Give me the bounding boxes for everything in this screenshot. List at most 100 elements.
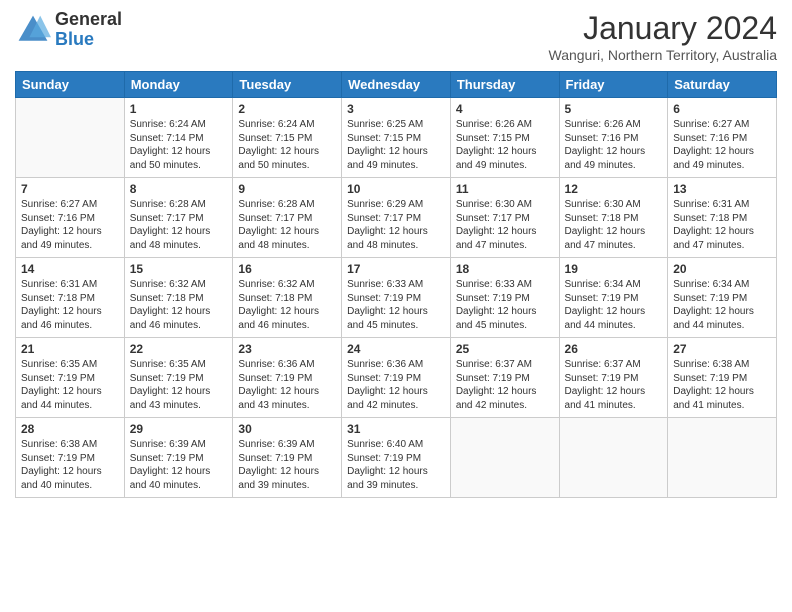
col-tuesday: Tuesday (233, 72, 342, 98)
day-number: 9 (238, 182, 336, 196)
day-info: Sunrise: 6:36 AM Sunset: 7:19 PM Dayligh… (347, 358, 445, 412)
location-subtitle: Wanguri, Northern Territory, Australia (549, 47, 778, 63)
calendar-cell (559, 418, 668, 498)
calendar-cell: 4 Sunrise: 6:26 AM Sunset: 7:15 PM Dayli… (450, 98, 559, 178)
calendar-cell: 26 Sunrise: 6:37 AM Sunset: 7:19 PM Dayl… (559, 338, 668, 418)
day-number: 11 (456, 182, 554, 196)
calendar-cell: 25 Sunrise: 6:37 AM Sunset: 7:19 PM Dayl… (450, 338, 559, 418)
col-sunday: Sunday (16, 72, 125, 98)
calendar-cell: 16 Sunrise: 6:32 AM Sunset: 7:18 PM Dayl… (233, 258, 342, 338)
calendar-cell: 6 Sunrise: 6:27 AM Sunset: 7:16 PM Dayli… (668, 98, 777, 178)
title-block: January 2024 Wanguri, Northern Territory… (549, 10, 778, 63)
day-number: 10 (347, 182, 445, 196)
day-number: 4 (456, 102, 554, 116)
header-row: Sunday Monday Tuesday Wednesday Thursday… (16, 72, 777, 98)
day-number: 18 (456, 262, 554, 276)
day-number: 30 (238, 422, 336, 436)
day-info: Sunrise: 6:38 AM Sunset: 7:19 PM Dayligh… (673, 358, 771, 412)
day-info: Sunrise: 6:31 AM Sunset: 7:18 PM Dayligh… (673, 198, 771, 252)
day-info: Sunrise: 6:32 AM Sunset: 7:18 PM Dayligh… (238, 278, 336, 332)
logo-blue-text: Blue (55, 30, 122, 50)
day-info: Sunrise: 6:27 AM Sunset: 7:16 PM Dayligh… (673, 118, 771, 172)
month-title: January 2024 (549, 10, 778, 47)
day-number: 16 (238, 262, 336, 276)
calendar-cell (668, 418, 777, 498)
calendar-week-5: 28 Sunrise: 6:38 AM Sunset: 7:19 PM Dayl… (16, 418, 777, 498)
page: General Blue January 2024 Wanguri, North… (0, 0, 792, 612)
calendar-cell: 19 Sunrise: 6:34 AM Sunset: 7:19 PM Dayl… (559, 258, 668, 338)
day-number: 15 (130, 262, 228, 276)
calendar-cell: 14 Sunrise: 6:31 AM Sunset: 7:18 PM Dayl… (16, 258, 125, 338)
calendar-week-4: 21 Sunrise: 6:35 AM Sunset: 7:19 PM Dayl… (16, 338, 777, 418)
day-number: 2 (238, 102, 336, 116)
logo-general-text: General (55, 10, 122, 30)
day-number: 3 (347, 102, 445, 116)
calendar-cell: 11 Sunrise: 6:30 AM Sunset: 7:17 PM Dayl… (450, 178, 559, 258)
col-saturday: Saturday (668, 72, 777, 98)
day-number: 6 (673, 102, 771, 116)
calendar-cell: 1 Sunrise: 6:24 AM Sunset: 7:14 PM Dayli… (124, 98, 233, 178)
day-info: Sunrise: 6:33 AM Sunset: 7:19 PM Dayligh… (456, 278, 554, 332)
day-number: 1 (130, 102, 228, 116)
day-number: 7 (21, 182, 119, 196)
day-number: 20 (673, 262, 771, 276)
day-info: Sunrise: 6:30 AM Sunset: 7:17 PM Dayligh… (456, 198, 554, 252)
day-info: Sunrise: 6:35 AM Sunset: 7:19 PM Dayligh… (21, 358, 119, 412)
header: General Blue January 2024 Wanguri, North… (15, 10, 777, 63)
day-number: 19 (565, 262, 663, 276)
calendar-cell: 31 Sunrise: 6:40 AM Sunset: 7:19 PM Dayl… (342, 418, 451, 498)
day-info: Sunrise: 6:32 AM Sunset: 7:18 PM Dayligh… (130, 278, 228, 332)
day-info: Sunrise: 6:37 AM Sunset: 7:19 PM Dayligh… (565, 358, 663, 412)
day-info: Sunrise: 6:28 AM Sunset: 7:17 PM Dayligh… (238, 198, 336, 252)
day-number: 14 (21, 262, 119, 276)
calendar-cell: 22 Sunrise: 6:35 AM Sunset: 7:19 PM Dayl… (124, 338, 233, 418)
calendar-cell: 15 Sunrise: 6:32 AM Sunset: 7:18 PM Dayl… (124, 258, 233, 338)
calendar-cell: 3 Sunrise: 6:25 AM Sunset: 7:15 PM Dayli… (342, 98, 451, 178)
calendar-cell: 27 Sunrise: 6:38 AM Sunset: 7:19 PM Dayl… (668, 338, 777, 418)
calendar-cell: 20 Sunrise: 6:34 AM Sunset: 7:19 PM Dayl… (668, 258, 777, 338)
day-number: 22 (130, 342, 228, 356)
day-info: Sunrise: 6:29 AM Sunset: 7:17 PM Dayligh… (347, 198, 445, 252)
calendar-cell: 9 Sunrise: 6:28 AM Sunset: 7:17 PM Dayli… (233, 178, 342, 258)
calendar-cell: 13 Sunrise: 6:31 AM Sunset: 7:18 PM Dayl… (668, 178, 777, 258)
day-number: 12 (565, 182, 663, 196)
day-info: Sunrise: 6:26 AM Sunset: 7:15 PM Dayligh… (456, 118, 554, 172)
day-info: Sunrise: 6:25 AM Sunset: 7:15 PM Dayligh… (347, 118, 445, 172)
calendar-cell: 29 Sunrise: 6:39 AM Sunset: 7:19 PM Dayl… (124, 418, 233, 498)
calendar-cell: 28 Sunrise: 6:38 AM Sunset: 7:19 PM Dayl… (16, 418, 125, 498)
col-wednesday: Wednesday (342, 72, 451, 98)
day-number: 25 (456, 342, 554, 356)
calendar-week-2: 7 Sunrise: 6:27 AM Sunset: 7:16 PM Dayli… (16, 178, 777, 258)
day-number: 29 (130, 422, 228, 436)
calendar-cell: 10 Sunrise: 6:29 AM Sunset: 7:17 PM Dayl… (342, 178, 451, 258)
day-info: Sunrise: 6:35 AM Sunset: 7:19 PM Dayligh… (130, 358, 228, 412)
day-number: 28 (21, 422, 119, 436)
day-info: Sunrise: 6:30 AM Sunset: 7:18 PM Dayligh… (565, 198, 663, 252)
day-info: Sunrise: 6:38 AM Sunset: 7:19 PM Dayligh… (21, 438, 119, 492)
day-number: 24 (347, 342, 445, 356)
day-number: 8 (130, 182, 228, 196)
logo-text: General Blue (55, 10, 122, 50)
day-number: 27 (673, 342, 771, 356)
day-number: 23 (238, 342, 336, 356)
day-info: Sunrise: 6:36 AM Sunset: 7:19 PM Dayligh… (238, 358, 336, 412)
calendar-cell: 18 Sunrise: 6:33 AM Sunset: 7:19 PM Dayl… (450, 258, 559, 338)
day-number: 21 (21, 342, 119, 356)
calendar-cell (450, 418, 559, 498)
calendar-cell: 24 Sunrise: 6:36 AM Sunset: 7:19 PM Dayl… (342, 338, 451, 418)
logo: General Blue (15, 10, 122, 50)
col-friday: Friday (559, 72, 668, 98)
calendar-cell: 30 Sunrise: 6:39 AM Sunset: 7:19 PM Dayl… (233, 418, 342, 498)
calendar-cell: 2 Sunrise: 6:24 AM Sunset: 7:15 PM Dayli… (233, 98, 342, 178)
calendar-cell: 21 Sunrise: 6:35 AM Sunset: 7:19 PM Dayl… (16, 338, 125, 418)
calendar-week-1: 1 Sunrise: 6:24 AM Sunset: 7:14 PM Dayli… (16, 98, 777, 178)
day-number: 31 (347, 422, 445, 436)
logo-icon (15, 12, 51, 48)
calendar-cell: 17 Sunrise: 6:33 AM Sunset: 7:19 PM Dayl… (342, 258, 451, 338)
day-number: 26 (565, 342, 663, 356)
day-number: 13 (673, 182, 771, 196)
day-info: Sunrise: 6:24 AM Sunset: 7:14 PM Dayligh… (130, 118, 228, 172)
calendar-cell (16, 98, 125, 178)
day-info: Sunrise: 6:40 AM Sunset: 7:19 PM Dayligh… (347, 438, 445, 492)
day-info: Sunrise: 6:39 AM Sunset: 7:19 PM Dayligh… (130, 438, 228, 492)
